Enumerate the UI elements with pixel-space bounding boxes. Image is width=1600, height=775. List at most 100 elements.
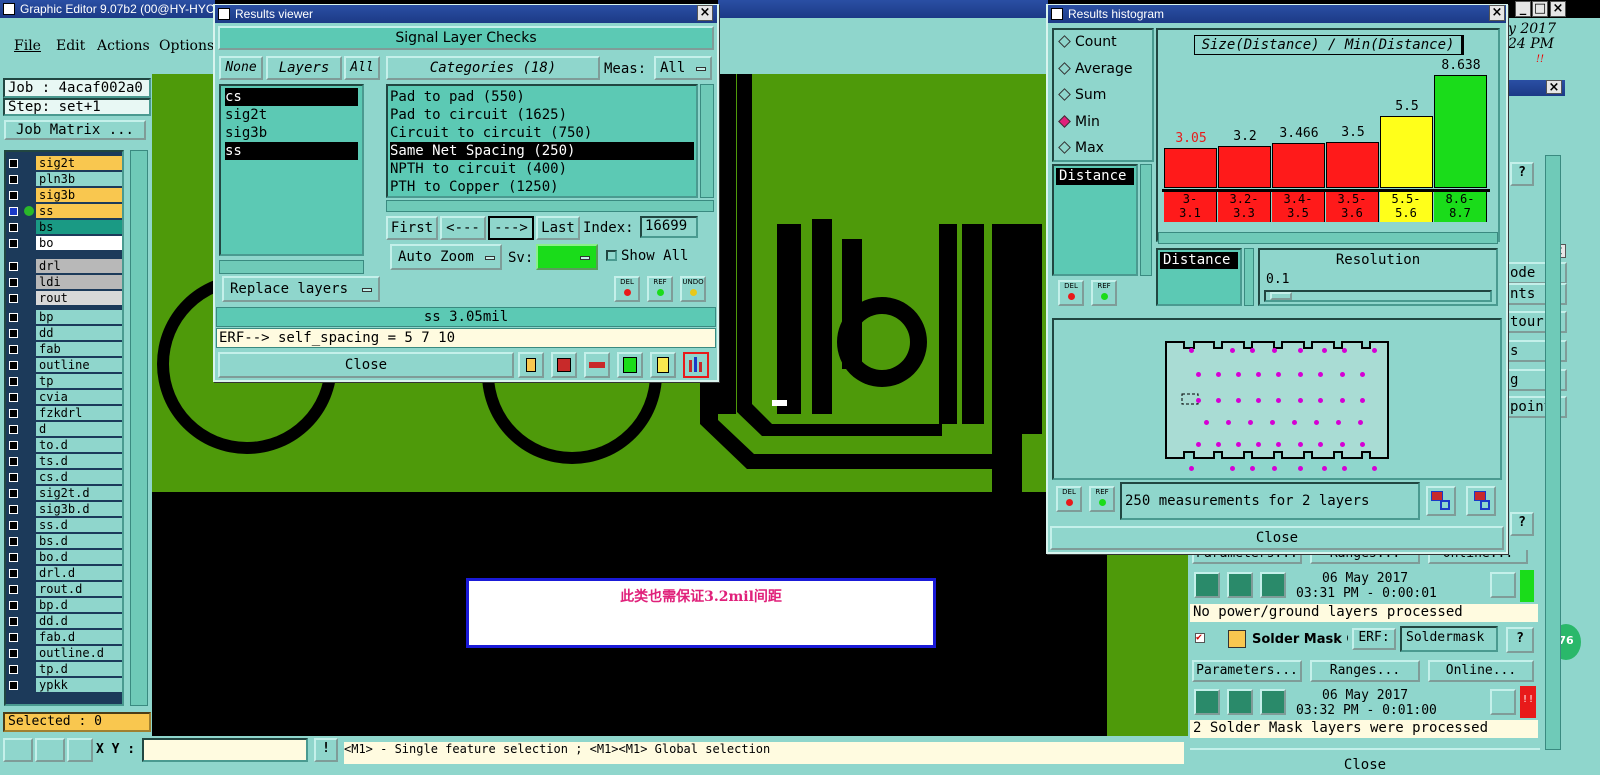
category-item[interactable]: Circuit to circuit (750) [390,124,694,142]
layer-checkbox[interactable] [9,489,18,498]
layer-checkbox[interactable] [9,329,18,338]
layers-button[interactable]: Layers [266,56,342,80]
parameters-button[interactable]: Parameters... [1192,660,1302,682]
main-maximize-button[interactable]: □ [1532,1,1548,17]
category-listbox-hscroll[interactable] [386,200,714,212]
layer-checkbox[interactable] [9,313,18,322]
all-button[interactable]: All [344,56,380,80]
chart-hscroll[interactable] [1158,232,1498,244]
index-field[interactable]: 16699 [640,216,698,238]
histogram-tool-icon-1[interactable] [1426,486,1456,516]
layer-row-d[interactable]: d [4,422,122,436]
layer-row-fab-d[interactable]: fab.d [4,630,122,644]
viewer-layer-item[interactable]: sig3b [225,124,358,142]
layer-listbox-scrollbar[interactable] [219,260,364,274]
layer-row-cs-d[interactable]: cs.d [4,470,122,484]
field-list-item-distance[interactable]: Distance [1056,168,1134,185]
layer-row-sig2t-d[interactable]: sig2t.d [4,486,122,500]
help-button-top[interactable]: ? [1510,162,1534,186]
layer-checkbox[interactable] [9,665,18,674]
histogram-del-button-top[interactable]: DEL [1058,280,1084,306]
layer-checkbox[interactable] [9,345,18,354]
layer-row-to-d[interactable]: to.d [4,438,122,452]
category-listbox[interactable]: Pad to pad (550) Pad to circuit (1625) Cir… [386,84,698,198]
sv-color-dropdown[interactable] [536,244,598,270]
histogram-bar[interactable] [1326,142,1379,188]
layer-checkbox[interactable] [9,393,18,402]
layer-row-bs[interactable]: bs [4,220,122,234]
layer-row-ss-d[interactable]: ss.d [4,518,122,532]
run-icon-5[interactable] [1227,689,1253,715]
radio-sum[interactable]: Sum [1058,87,1106,103]
field-listbox[interactable]: Distance [1052,164,1138,276]
job-matrix-button[interactable]: Job Matrix ... [4,120,146,140]
viewer-layer-item[interactable]: ss [225,142,358,160]
undo-button[interactable]: UNDO [680,276,706,302]
layer-checkbox[interactable] [9,537,18,546]
category-listbox-vscroll[interactable] [700,84,714,198]
viewer-tool-icon-4[interactable] [617,352,643,378]
next-button[interactable]: ---> [488,216,534,240]
layer-row-rout-d[interactable]: rout.d [4,582,122,596]
tool-icon-1[interactable] [3,738,33,762]
viewer-layer-item[interactable]: sig2t [225,106,358,124]
layer-row-fab[interactable]: fab [4,342,122,356]
layer-checkbox[interactable] [9,294,18,303]
solder-mask-check[interactable]: ✔ [1195,633,1205,643]
run-icon-6[interactable] [1260,689,1286,715]
help-button-bottom[interactable]: ? [1506,627,1534,653]
layer-row-pln3b[interactable]: pln3b [4,172,122,186]
layer-checkbox[interactable] [9,457,18,466]
layer-checkbox[interactable] [9,278,18,287]
layer-row-tp[interactable]: tp [4,374,122,388]
viewer-tool-icon-3[interactable] [584,352,610,378]
layer-checkbox[interactable] [9,175,18,184]
layer-row-sig2t[interactable]: sig2t [4,156,122,170]
histogram-tool-icon[interactable] [683,352,709,378]
layer-checkbox[interactable] [9,617,18,626]
layer-checkbox[interactable] [9,425,18,434]
histogram-tool-icon-2[interactable] [1466,486,1496,516]
layer-row-ypkk[interactable]: ypkk [4,678,122,692]
ranges-button[interactable]: Ranges... [1310,660,1420,682]
del-button[interactable]: DEL [614,276,640,302]
menu-file[interactable]: File [14,38,41,54]
menu-options[interactable]: Options [159,38,214,54]
category-item[interactable]: Same Net Spacing (250) [390,142,694,160]
viewer-close-button[interactable]: Close [218,352,514,378]
layer-row-rout[interactable]: rout [4,291,122,305]
layer-row-bo[interactable]: bo [4,236,122,250]
histogram-bar[interactable] [1434,75,1487,188]
layer-checkbox[interactable] [9,207,18,216]
prev-button[interactable]: <--- [440,216,486,240]
auto-zoom-dropdown[interactable]: Auto Zoom [390,244,502,270]
radio-count[interactable]: Count [1058,34,1117,50]
viewer-tool-icon-2[interactable] [551,352,577,378]
layer-checkbox[interactable] [9,262,18,271]
layer-checkbox[interactable] [9,601,18,610]
run-icon-4[interactable] [1194,689,1220,715]
category-item[interactable]: Pad to pad (550) [390,88,694,106]
online-button[interactable]: Online... [1428,660,1534,682]
layer-row-tp-d[interactable]: tp.d [4,662,122,676]
layer-row-cvia[interactable]: cvia [4,390,122,404]
layer-row-outline[interactable]: outline [4,358,122,372]
layer-row-bo-d[interactable]: bo.d [4,550,122,564]
layer-row-sig3b-d[interactable]: sig3b.d [4,502,122,516]
layer-checkbox[interactable] [9,553,18,562]
tool-icon-2[interactable] [35,738,65,762]
run-icon-3[interactable] [1260,572,1286,598]
x-selector-item[interactable]: Distance [1160,252,1238,269]
layer-checkbox[interactable] [9,505,18,514]
layer-row-bp[interactable]: bp [4,310,122,324]
layer-checkbox[interactable] [9,649,18,658]
radio-average[interactable]: Average [1058,61,1133,77]
histogram-bar[interactable] [1272,142,1325,188]
layer-row-bp-d[interactable]: bp.d [4,598,122,612]
run-icon-2[interactable] [1227,572,1253,598]
layer-checkbox[interactable] [9,239,18,248]
field-listbox-scrollbar[interactable] [1140,164,1152,276]
layer-checkbox[interactable] [9,681,18,690]
layer-row-outline-d[interactable]: outline.d [4,646,122,660]
layer-checkbox[interactable] [9,409,18,418]
